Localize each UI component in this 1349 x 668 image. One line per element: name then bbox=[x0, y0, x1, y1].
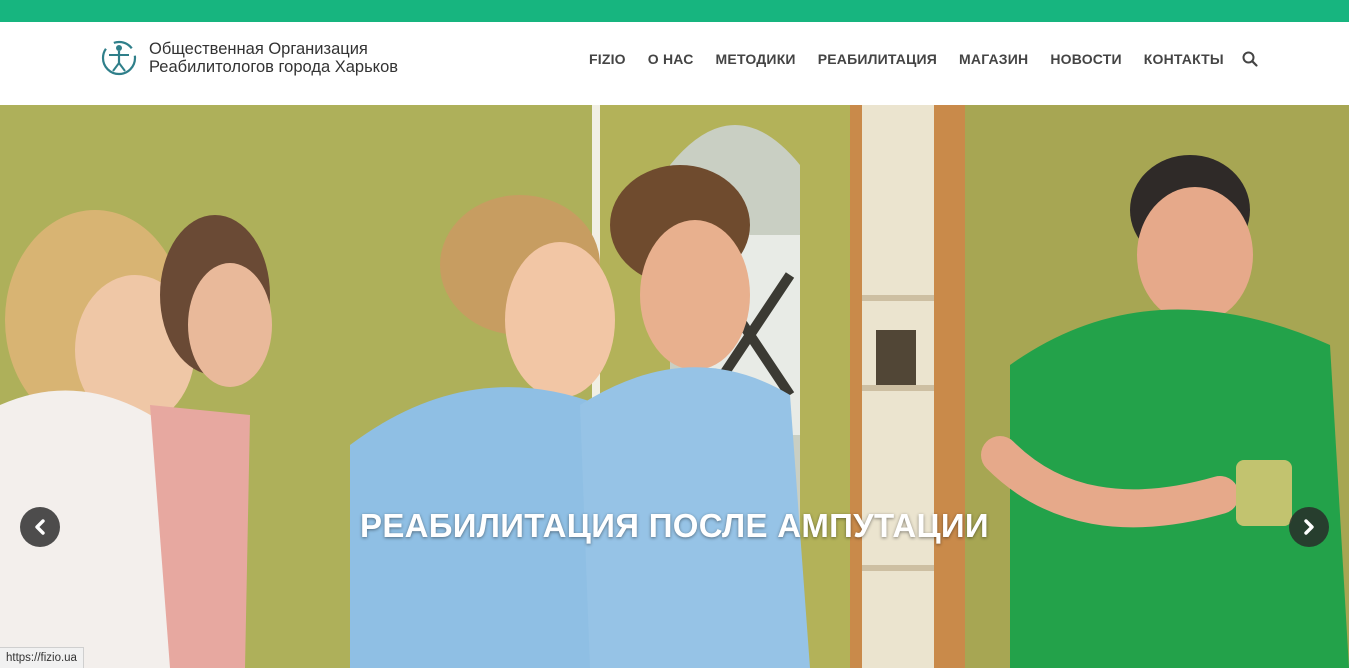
nav-item-fizio[interactable]: FIZIO bbox=[578, 51, 637, 67]
nav-item-methods[interactable]: МЕТОДИКИ bbox=[705, 51, 807, 67]
nav-item-contacts[interactable]: КОНТАКТЫ bbox=[1133, 51, 1235, 67]
slider-prev-button[interactable] bbox=[20, 507, 60, 547]
chevron-right-icon bbox=[1304, 519, 1314, 535]
vitruvian-logo-icon bbox=[101, 40, 137, 76]
top-accent-bar bbox=[0, 0, 1349, 22]
nav-item-news[interactable]: НОВОСТИ bbox=[1039, 51, 1132, 67]
hero-slider: РЕАБИЛИТАЦИЯ ПОСЛЕ АМПУТАЦИИ bbox=[0, 105, 1349, 668]
site-name-line1: Общественная Организация bbox=[149, 40, 368, 58]
nav-item-shop[interactable]: МАГАЗИН bbox=[948, 51, 1039, 67]
main-navigation: FIZIO О НАС МЕТОДИКИ РЕАБИЛИТАЦИЯ МАГАЗИ… bbox=[578, 22, 1259, 95]
site-name-line2: Реабилитологов города Харьков bbox=[149, 58, 399, 76]
site-header: Общественная Организация Реабилитологов … bbox=[0, 22, 1349, 105]
chevron-left-icon bbox=[35, 519, 45, 535]
slide-caption: РЕАБИЛИТАЦИЯ ПОСЛЕ АМПУТАЦИИ bbox=[360, 507, 989, 544]
slider-next-button[interactable] bbox=[1289, 507, 1329, 547]
browser-status-url: https://fizio.ua bbox=[0, 647, 84, 668]
site-logo-link[interactable]: Общественная Организация Реабилитологов … bbox=[100, 39, 398, 77]
search-icon[interactable] bbox=[1241, 50, 1259, 68]
slide-photo bbox=[0, 105, 1349, 668]
nav-item-rehabilitation[interactable]: РЕАБИЛИТАЦИЯ bbox=[807, 51, 948, 67]
site-name: Общественная Организация Реабилитологов … bbox=[149, 40, 398, 76]
nav-item-about[interactable]: О НАС bbox=[637, 51, 705, 67]
